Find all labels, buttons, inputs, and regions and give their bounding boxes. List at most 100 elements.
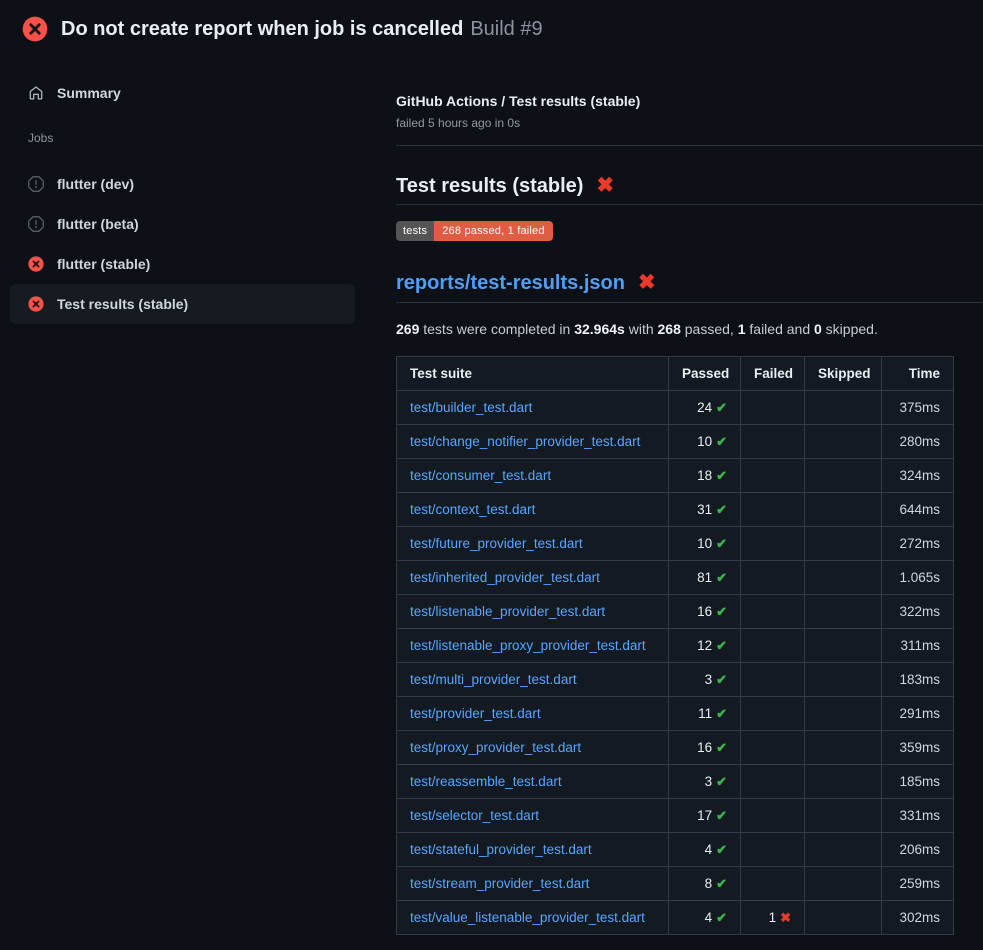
suite-cell: test/builder_test.dart <box>397 391 669 425</box>
section-title-heading: Test results (stable) ✖ <box>396 174 983 205</box>
suite-link[interactable]: test/reassemble_test.dart <box>410 774 562 789</box>
divider <box>396 145 983 146</box>
column-header-time: Time <box>882 357 954 391</box>
time-value: 359ms <box>882 731 954 765</box>
time-value: 206ms <box>882 833 954 867</box>
suite-cell: test/multi_provider_test.dart <box>397 663 669 697</box>
suite-link[interactable]: test/consumer_test.dart <box>410 468 551 483</box>
suite-cell: test/reassemble_test.dart <box>397 765 669 799</box>
passed-count: 12✔ <box>669 629 741 663</box>
suite-link[interactable]: test/value_listenable_provider_test.dart <box>410 910 645 925</box>
tests-summary-line: 269 tests were completed in 32.964s with… <box>396 321 983 338</box>
skipped-cell <box>805 765 882 799</box>
column-header-failed: Failed <box>741 357 805 391</box>
suite-link[interactable]: test/change_notifier_provider_test.dart <box>410 434 640 449</box>
passed-count: 11✔ <box>669 697 741 731</box>
suite-link[interactable]: test/multi_provider_test.dart <box>410 672 577 687</box>
count-value: 1 <box>769 910 777 925</box>
summary-text: skipped. <box>822 321 878 337</box>
sidebar: Summary Jobs flutter (dev)flutter (beta)… <box>0 56 371 324</box>
skipped-cell <box>805 493 882 527</box>
time-value: 280ms <box>882 425 954 459</box>
suite-link[interactable]: test/stateful_provider_test.dart <box>410 842 592 857</box>
page-title: Do not create report when job is cancell… <box>61 18 543 41</box>
empty-cell <box>741 391 805 425</box>
count-value: 81 <box>697 570 712 585</box>
empty-cell <box>741 527 805 561</box>
skipped-cell <box>805 595 882 629</box>
table-row: test/listenable_proxy_provider_test.dart… <box>397 629 954 663</box>
tests-badge: tests 268 passed, 1 failed <box>396 221 553 241</box>
check-icon: ✔ <box>716 910 727 925</box>
table-row: test/reassemble_test.dart3✔185ms <box>397 765 954 799</box>
suite-cell: test/listenable_proxy_provider_test.dart <box>397 629 669 663</box>
suite-cell: test/listenable_provider_test.dart <box>397 595 669 629</box>
count-value: 4 <box>705 910 713 925</box>
time-value: 644ms <box>882 493 954 527</box>
suite-link[interactable]: test/provider_test.dart <box>410 706 541 721</box>
empty-cell <box>741 425 805 459</box>
badge-label: tests <box>396 221 434 241</box>
run-status-line: failed 5 hours ago in 0s <box>396 116 983 130</box>
count-value: 10 <box>697 434 712 449</box>
sidebar-item-flutter-stable[interactable]: flutter (stable) <box>10 244 355 284</box>
summary-number: 0 <box>814 321 822 337</box>
table-row: test/consumer_test.dart18✔324ms <box>397 459 954 493</box>
suite-link[interactable]: test/inherited_provider_test.dart <box>410 570 600 585</box>
time-value: 272ms <box>882 527 954 561</box>
count-value: 4 <box>705 842 713 857</box>
passed-count: 4✔ <box>669 901 741 935</box>
skipped-cell <box>805 629 882 663</box>
passed-count: 3✔ <box>669 765 741 799</box>
sidebar-item-flutter-beta[interactable]: flutter (beta) <box>10 204 355 244</box>
time-value: 375ms <box>882 391 954 425</box>
suite-link[interactable]: test/listenable_proxy_provider_test.dart <box>410 638 646 653</box>
check-icon: ✔ <box>716 774 727 789</box>
sidebar-item-summary[interactable]: Summary <box>10 77 355 109</box>
table-row: test/listenable_provider_test.dart16✔322… <box>397 595 954 629</box>
empty-cell <box>741 629 805 663</box>
stop-icon <box>28 176 44 192</box>
failed-count: 1✖ <box>741 901 805 935</box>
suite-link[interactable]: test/stream_provider_test.dart <box>410 876 589 891</box>
sidebar-item-label: flutter (stable) <box>57 256 150 272</box>
suite-link[interactable]: test/proxy_provider_test.dart <box>410 740 581 755</box>
count-value: 8 <box>705 876 713 891</box>
table-row: test/provider_test.dart11✔291ms <box>397 697 954 731</box>
count-value: 12 <box>697 638 712 653</box>
empty-cell <box>741 697 805 731</box>
sidebar-item-test-results-stable[interactable]: Test results (stable) <box>10 284 355 324</box>
check-icon: ✔ <box>716 536 727 551</box>
passed-count: 31✔ <box>669 493 741 527</box>
sidebar-jobs-list: flutter (dev) flutter (beta) flutter (stab… <box>0 164 371 324</box>
suite-link[interactable]: test/selector_test.dart <box>410 808 539 823</box>
time-value: 259ms <box>882 867 954 901</box>
suite-cell: test/consumer_test.dart <box>397 459 669 493</box>
table-row: test/builder_test.dart24✔375ms <box>397 391 954 425</box>
time-value: 302ms <box>882 901 954 935</box>
skipped-cell <box>805 527 882 561</box>
table-row: test/change_notifier_provider_test.dart 1… <box>397 425 954 459</box>
home-icon <box>28 85 44 101</box>
check-icon: ✔ <box>716 808 727 823</box>
suite-link[interactable]: test/future_provider_test.dart <box>410 536 583 551</box>
empty-cell <box>741 561 805 595</box>
skipped-cell <box>805 799 882 833</box>
passed-count: 8✔ <box>669 867 741 901</box>
passed-count: 10✔ <box>669 425 741 459</box>
suite-cell: test/stateful_provider_test.dart <box>397 833 669 867</box>
report-file-link[interactable]: reports/test-results.json <box>396 271 625 295</box>
summary-number: 32.964s <box>574 321 625 337</box>
sidebar-item-flutter-dev[interactable]: flutter (dev) <box>10 164 355 204</box>
time-value: 311ms <box>882 629 954 663</box>
main-content: GitHub Actions / Test results (stable) f… <box>371 56 983 935</box>
check-icon: ✔ <box>716 502 727 517</box>
suite-link[interactable]: test/listenable_provider_test.dart <box>410 604 605 619</box>
report-heading: reports/test-results.json ✖ <box>396 271 983 303</box>
suite-cell: test/stream_provider_test.dart <box>397 867 669 901</box>
sidebar-item-label: flutter (dev) <box>57 176 134 192</box>
suite-link[interactable]: test/context_test.dart <box>410 502 535 517</box>
suite-link[interactable]: test/builder_test.dart <box>410 400 532 415</box>
sidebar-item-label: Test results (stable) <box>57 296 188 312</box>
column-header-passed: Passed <box>669 357 741 391</box>
